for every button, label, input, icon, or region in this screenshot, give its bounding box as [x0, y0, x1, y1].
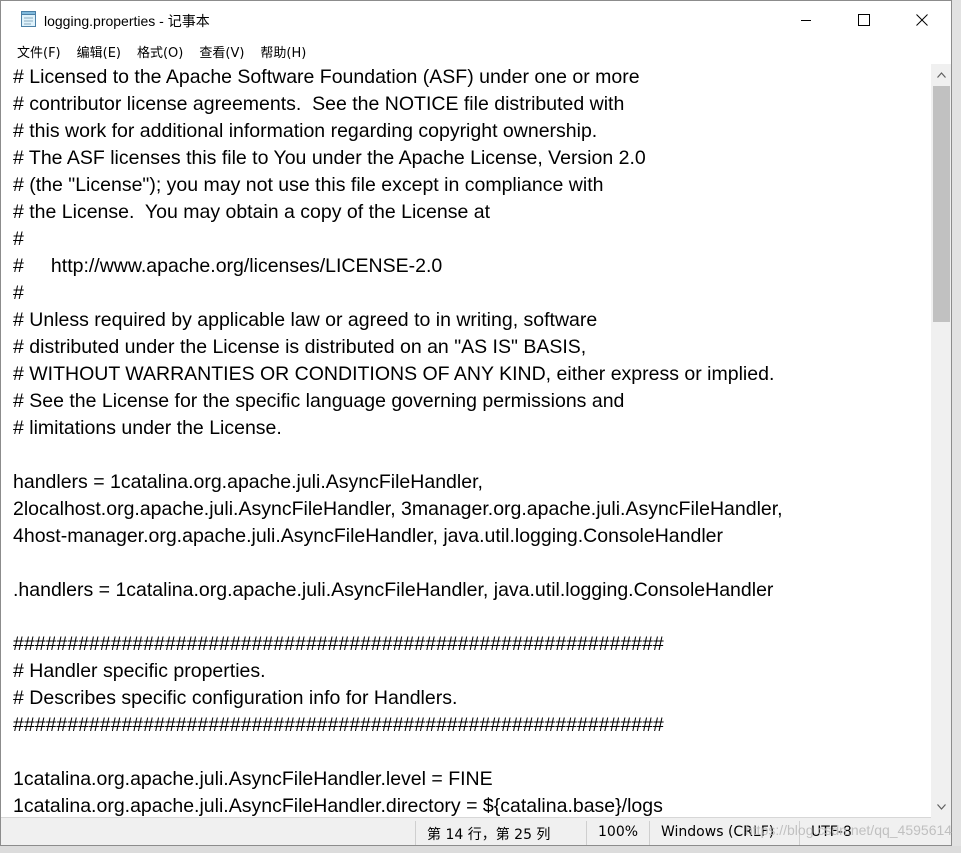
text-editor[interactable]: # Licensed to the Apache Software Founda…	[1, 64, 931, 817]
text-line: ########################################…	[13, 633, 664, 655]
text-line: # contributor license agreements. See th…	[13, 93, 625, 115]
title-bar[interactable]: logging.properties - 记事本	[1, 1, 951, 39]
text-line: # this work for additional information r…	[13, 120, 598, 142]
scroll-down-button[interactable]	[931, 796, 951, 817]
text-line: # Unless required by applicable law or a…	[13, 309, 598, 331]
menu-file[interactable]: 文件(F)	[9, 40, 69, 63]
menu-bar: 文件(F) 编辑(E) 格式(O) 查看(V) 帮助(H)	[1, 39, 951, 64]
text-line: # http://www.apache.org/licenses/LICENSE…	[13, 255, 443, 277]
status-zoom: 100%	[598, 824, 639, 840]
scrollbar-thumb[interactable]	[933, 86, 950, 322]
text-line: # Handler specific properties.	[13, 660, 266, 682]
text-line: 1catalina.org.apache.juli.AsyncFileHandl…	[13, 795, 663, 817]
minimize-icon	[801, 20, 811, 21]
maximize-icon	[858, 14, 870, 26]
scroll-up-arrow-icon	[937, 71, 946, 78]
text-line: # The ASF licenses this file to You unde…	[13, 147, 646, 169]
watermark-text: https://blog.csdn.net/qq_45956149	[745, 822, 960, 838]
close-icon	[916, 14, 928, 26]
text-line: ########################################…	[13, 714, 664, 736]
maximize-button[interactable]	[835, 1, 893, 39]
text-line: # limitations under the License.	[13, 417, 282, 439]
window-title: logging.properties - 记事本	[44, 13, 210, 29]
text-line: #	[13, 228, 24, 250]
scroll-up-button[interactable]	[931, 64, 951, 85]
vertical-scrollbar[interactable]	[931, 64, 951, 817]
status-separator	[415, 821, 416, 845]
text-line: #	[13, 282, 24, 304]
close-button[interactable]	[893, 1, 951, 39]
text-line: # Licensed to the Apache Software Founda…	[13, 66, 640, 88]
text-line: 2localhost.org.apache.juli.AsyncFileHand…	[13, 498, 783, 520]
text-line: # Describes specific configuration info …	[13, 687, 458, 709]
text-line: # distributed under the License is distr…	[13, 336, 587, 358]
status-separator	[586, 821, 587, 845]
menu-format[interactable]: 格式(O)	[129, 40, 191, 63]
status-separator	[649, 821, 650, 845]
background-window-edge	[952, 0, 961, 853]
text-line: handlers = 1catalina.org.apache.juli.Asy…	[13, 471, 483, 493]
minimize-button[interactable]	[777, 1, 835, 39]
text-line: # the License. You may obtain a copy of …	[13, 201, 490, 223]
notepad-icon	[20, 11, 38, 28]
text-line: .handlers = 1catalina.org.apache.juli.As…	[13, 579, 774, 601]
background-taskbar-edge	[0, 846, 961, 853]
text-line: 1catalina.org.apache.juli.AsyncFileHandl…	[13, 768, 493, 790]
menu-edit[interactable]: 编辑(E)	[69, 40, 129, 63]
scroll-down-arrow-icon	[937, 803, 946, 810]
text-line: # See the License for the specific langu…	[13, 390, 625, 412]
status-cursor-position: 第 14 行，第 25 列	[427, 827, 551, 843]
text-line: # WITHOUT WARRANTIES OR CONDITIONS OF AN…	[13, 363, 775, 385]
menu-view[interactable]: 查看(V)	[191, 40, 252, 63]
notepad-window: logging.properties - 记事本 文件(F) 编辑(E) 格式(…	[0, 0, 952, 846]
text-line: # (the "License"); you may not use this …	[13, 174, 604, 196]
text-line: 4host-manager.org.apache.juli.AsyncFileH…	[13, 525, 723, 547]
menu-help[interactable]: 帮助(H)	[252, 40, 314, 63]
